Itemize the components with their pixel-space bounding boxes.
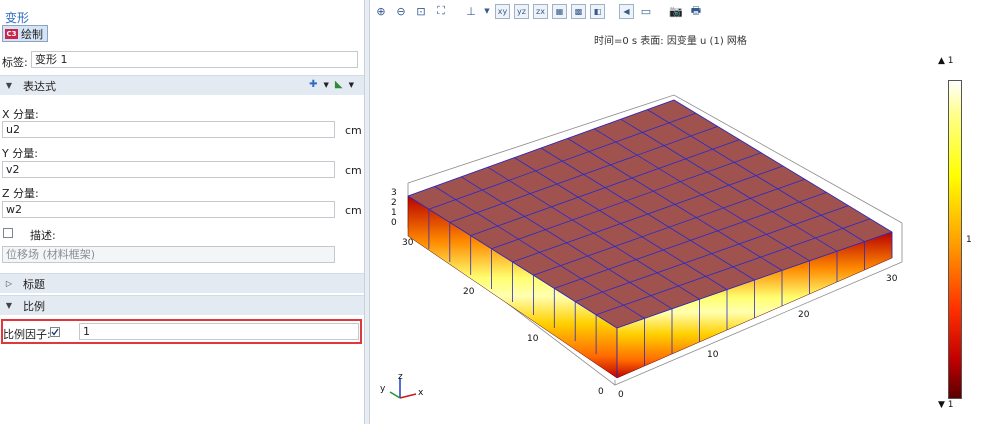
y-tick: 10 <box>527 334 539 344</box>
triad-y-label: y <box>380 384 386 394</box>
expand-icon: ▼ <box>5 301 13 310</box>
replace-expression-icon[interactable]: ◣ <box>335 79 343 90</box>
z-tick: 3 <box>391 188 397 198</box>
y-tick: 30 <box>402 238 414 248</box>
triad-z-label: z <box>398 372 403 382</box>
scale-factor-field[interactable]: 1 <box>79 323 359 340</box>
plot-button-label: 绘制 <box>21 27 43 41</box>
section-expression[interactable]: ▼ 表达式 ✚ ▼ ◣ ▼ <box>0 75 364 95</box>
graphics-window: ⊕ ⊖ ⊡ ⛶ ⊥ ▼ xy yz zx ▦ ▩ ◧ ◀ ▭ 📷 🖶 时间=0 … <box>370 0 1000 424</box>
expand-icon: ▼ <box>5 81 13 90</box>
x-component-caption: X 分量: <box>2 108 39 121</box>
z-component-caption: Z 分量: <box>2 187 39 200</box>
colorbar <box>948 80 962 399</box>
chevron-down-icon[interactable]: ▼ <box>349 81 354 89</box>
section-expression-label: 表达式 <box>23 79 56 93</box>
plot-icon: C3 <box>5 28 18 39</box>
y-component-caption: Y 分量: <box>2 147 38 160</box>
panel-title: 变形 <box>5 11 30 25</box>
chevron-down-icon[interactable]: ▼ <box>324 81 329 89</box>
y-tick: 20 <box>463 287 475 297</box>
z-tick: 1 <box>391 208 397 218</box>
section-scale-label: 比例 <box>23 299 45 313</box>
z-tick: 2 <box>391 198 397 208</box>
y-unit: cm <box>345 164 362 177</box>
x-component-field[interactable]: u2 <box>2 121 335 138</box>
collapse-icon: ▷ <box>5 279 13 288</box>
axis-triad <box>389 378 417 399</box>
settings-panel: 变形 C3 绘制 标签: 变形 1 ▼ 表达式 ✚ ▼ ◣ ▼ X 分量: u2… <box>0 0 364 424</box>
expression-tools: ✚ ▼ ◣ ▼ <box>309 79 354 90</box>
plot-canvas[interactable] <box>370 0 1000 424</box>
colorbar-max-label: ▲ 1 <box>938 56 954 66</box>
scale-factor-caption: 比例因子: <box>3 328 51 341</box>
section-title-label: 标题 <box>23 277 45 291</box>
label-field[interactable]: 变形 1 <box>31 51 358 68</box>
description-caption: 描述: <box>30 229 56 242</box>
x-tick: 0 <box>618 390 624 400</box>
colorbar-min-label: ▼ 1 <box>938 400 954 410</box>
x-tick: 20 <box>798 310 810 320</box>
triad-x-label: x <box>418 388 424 398</box>
z-unit: cm <box>345 204 362 217</box>
x-tick: 30 <box>886 274 898 284</box>
y-component-field[interactable]: v2 <box>2 161 335 178</box>
description-checkbox[interactable] <box>3 228 13 238</box>
scale-factor-checkbox[interactable] <box>50 327 60 337</box>
label-caption: 标签: <box>2 56 28 69</box>
section-scale[interactable]: ▼ 比例 <box>0 295 364 315</box>
plot-button[interactable]: C3 绘制 <box>2 25 48 42</box>
y-tick: 0 <box>598 387 604 397</box>
description-field[interactable]: 位移场 (材料框架) <box>2 246 335 263</box>
section-title[interactable]: ▷ 标题 <box>0 273 364 293</box>
colorbar-mid-label: 1 <box>966 235 972 245</box>
x-tick: 10 <box>707 350 719 360</box>
z-component-field[interactable]: w2 <box>2 201 335 218</box>
add-expression-icon[interactable]: ✚ <box>309 79 317 90</box>
z-tick: 0 <box>391 218 397 228</box>
x-unit: cm <box>345 124 362 137</box>
